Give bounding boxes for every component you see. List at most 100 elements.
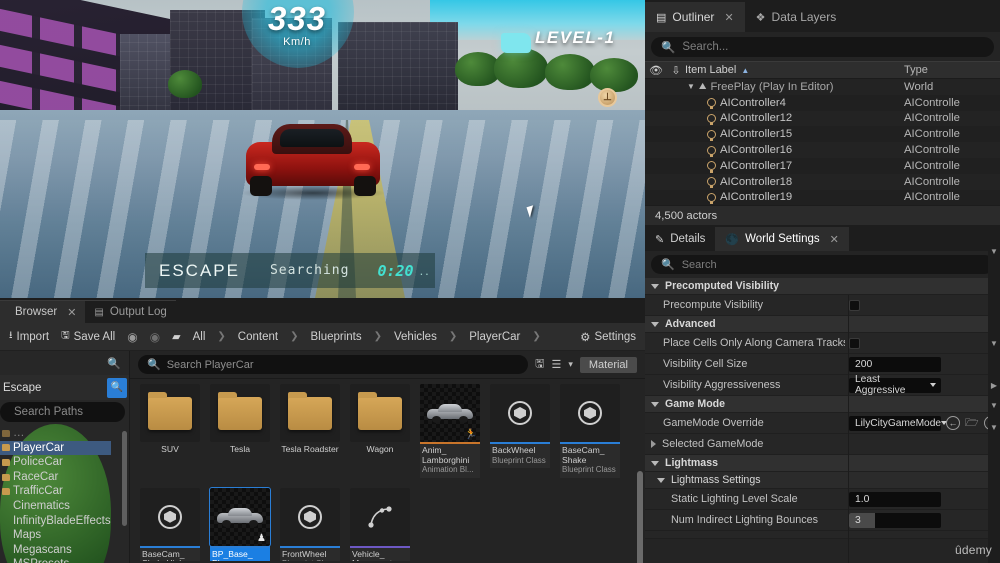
tab-outliner[interactable]: ▤ Outliner ✕ <box>645 2 745 32</box>
asset-tile-basecam-shake[interactable]: BaseCam_ Shake Blueprint Class <box>560 384 620 478</box>
search-input[interactable]: 🔍 Search PlayerCar <box>138 355 529 374</box>
tree-item-mspresets[interactable]: MSPresets <box>0 557 111 563</box>
asset-grid-scrollbar[interactable] <box>637 471 643 563</box>
browse-back-icon[interactable]: ← <box>946 416 960 430</box>
tree-item-cinematics[interactable]: Cinematics <box>0 499 111 514</box>
nav-back-icon[interactable]: ◉ <box>127 330 137 344</box>
asset-tile-tesla[interactable]: Tesla <box>210 384 270 478</box>
section-lightmass[interactable]: Lightmass <box>645 455 1000 472</box>
search-icon[interactable]: 🔍 <box>107 377 127 398</box>
section-advanced[interactable]: Advanced <box>645 316 1000 333</box>
breadcrumb-blueprints[interactable]: Blueprints <box>310 331 361 343</box>
asset-tile-wagon[interactable]: Wagon <box>350 384 410 478</box>
paths-search-input[interactable]: Search Paths <box>0 402 125 422</box>
search-icon[interactable]: 🔍 <box>107 357 121 370</box>
tree-item-megascans[interactable]: Megascans <box>0 543 111 558</box>
checkbox[interactable] <box>849 337 860 349</box>
browse-asset-icon[interactable]: 🗁 <box>965 414 979 433</box>
output-log-icon: ▤ <box>94 306 104 318</box>
table-row[interactable]: AIController12 AIControlle <box>645 110 1000 127</box>
chevron-down-icon[interactable]: ▼ <box>988 245 1000 257</box>
save-icon[interactable]: 🖫 <box>535 355 544 374</box>
column-item-label[interactable]: Item Label ▲ <box>685 64 904 76</box>
asset-tile-suv[interactable]: SUV <box>140 384 200 478</box>
table-row[interactable]: AIController16 AIControlle <box>645 142 1000 158</box>
tree-item-playercar[interactable]: PlayerCar <box>0 440 111 456</box>
table-row[interactable]: AIController18 AIControlle <box>645 173 1000 190</box>
table-row[interactable]: AIController17 AIControlle <box>645 158 1000 174</box>
chevron-right-icon[interactable]: ▶ <box>988 379 1000 391</box>
search-input[interactable]: 🔍 Search... <box>651 37 994 57</box>
search-input[interactable]: 🔍 Search <box>651 255 994 274</box>
visibility-icon[interactable]: 👁 <box>645 64 667 77</box>
section-precomputed-visibility[interactable]: Precomputed Visibility <box>645 278 1000 295</box>
filter-pill-material[interactable]: Material <box>579 356 637 373</box>
breadcrumb-content[interactable]: Content <box>238 331 278 343</box>
column-type[interactable]: Type <box>904 64 1000 76</box>
asset-tile-anim-lamborghini[interactable]: 🏃 Anim_ Lamborghini Animation Bl... <box>420 384 480 478</box>
tree-item-trafficcar[interactable]: TrafficCar <box>0 484 111 499</box>
close-icon[interactable]: ✕ <box>830 233 839 246</box>
chevron-down-icon[interactable]: ▼ <box>988 399 1000 411</box>
close-icon[interactable]: ✕ <box>67 306 76 319</box>
asset-tile-frontwheel[interactable]: FrontWheel Blueprint Class <box>280 487 340 561</box>
slider-input[interactable]: 3 <box>849 512 941 528</box>
close-icon[interactable]: ✕ <box>724 11 733 24</box>
section-selected-gamemode[interactable]: Selected GameMode <box>645 434 1000 455</box>
chevron-down-icon <box>651 321 659 327</box>
table-row[interactable]: AIController15 AIControlle <box>645 126 1000 142</box>
filter-icon[interactable]: ☰ <box>551 358 561 371</box>
tab-output-log[interactable]: ▤ Output Log <box>85 300 176 323</box>
dropdown-gamemode-override[interactable]: LilyCityGameMode <box>849 415 948 431</box>
tab-world-settings[interactable]: 🌑 World Settings ✕ <box>715 227 849 251</box>
details-scroll-rail[interactable]: ▼ ▼ ▶ ▼ ▼ <box>988 225 1000 563</box>
nav-forward-icon[interactable]: ◉ <box>150 330 160 344</box>
breadcrumb-all[interactable]: All <box>193 331 206 343</box>
tree-item-partial[interactable]: … <box>0 426 111 441</box>
asset-tile-vehicle-movement[interactable]: Vehicle_ Movement... Float Curve <box>350 487 410 561</box>
tab-outliner-label: Outliner <box>672 10 715 24</box>
property-place-cells-only-along-camera-tracks: Place Cells Only Along Camera Tracks <box>645 333 1000 354</box>
property-label: GameMode Override <box>663 417 764 429</box>
tab-browser[interactable]: Browser ✕ <box>0 300 86 323</box>
asset-label: BaseCam_ ShakeHigh... <box>142 548 191 561</box>
settings-button[interactable]: ⚙ Settings <box>580 330 636 344</box>
game-viewport[interactable]: 333 Km/h LEVEL-1 ⊥ ESCAPE Searching 0:20… <box>0 0 645 298</box>
folder-icon[interactable]: ▰ <box>172 330 180 343</box>
save-all-button[interactable]: 🖫 Save All <box>61 328 115 345</box>
section-game-mode[interactable]: Game Mode <box>645 396 1000 413</box>
checkbox[interactable] <box>849 299 860 311</box>
chevron-down-icon[interactable]: ▼ <box>687 82 695 91</box>
breadcrumb-sep: ❯ <box>373 331 382 342</box>
breadcrumb-playercar[interactable]: PlayerCar <box>469 331 520 343</box>
import-button[interactable]: ⭳ Import <box>9 328 49 345</box>
chevron-down-icon[interactable]: ▾ <box>568 359 573 370</box>
tab-details[interactable]: ✎ Details <box>645 227 716 251</box>
table-row[interactable]: AIController4 AIControlle <box>645 95 1000 111</box>
tree-item-policecar[interactable]: PoliceCar <box>0 455 111 470</box>
row-type: AIControlle <box>904 159 960 172</box>
tree-item-racecar[interactable]: RaceCar <box>0 470 111 485</box>
asset-tile-bp-base-player[interactable]: ♟ BP_Base_ Player Blueprint Class <box>209 486 271 561</box>
sources-scrollbar[interactable] <box>122 431 127 526</box>
blueprint-icon <box>280 487 340 546</box>
table-row[interactable]: AIController19 AIControlle <box>645 190 1000 206</box>
pin-icon[interactable]: ⇩ <box>667 64 685 77</box>
table-row[interactable]: ▼ ⛰ FreePlay (Play In Editor) World <box>645 79 1000 95</box>
breadcrumb-sep: ❯ <box>532 331 541 342</box>
asset-tile-basecam-shakehigh[interactable]: BaseCam_ ShakeHigh... Blueprint Class <box>140 487 200 561</box>
tab-data-layers[interactable]: ❖ Data Layers <box>744 2 848 32</box>
dropdown-visibility-aggressiveness[interactable]: Least Aggressive <box>849 374 941 396</box>
tree-item-infinitybladeeffects[interactable]: InfinityBladeEffects <box>0 514 111 529</box>
breadcrumb-vehicles[interactable]: Vehicles <box>394 331 437 343</box>
chevron-down-icon[interactable]: ▼ <box>988 421 1000 433</box>
tree-item-maps[interactable]: Maps <box>0 528 111 543</box>
number-input[interactable]: 200 <box>849 356 941 372</box>
section-lightmass-settings[interactable]: Lightmass Settings <box>645 472 1000 489</box>
number-input[interactable]: 1.0 <box>849 491 941 507</box>
tree-item-label: PoliceCar <box>13 456 63 469</box>
chevron-down-icon[interactable]: ▼ <box>988 337 1000 349</box>
actor-count: 4,500 actors <box>655 210 718 223</box>
asset-tile-backwheel[interactable]: BackWheel Blueprint Class <box>490 384 550 478</box>
asset-tile-tesla-roadster[interactable]: Tesla Roadster <box>280 384 340 478</box>
